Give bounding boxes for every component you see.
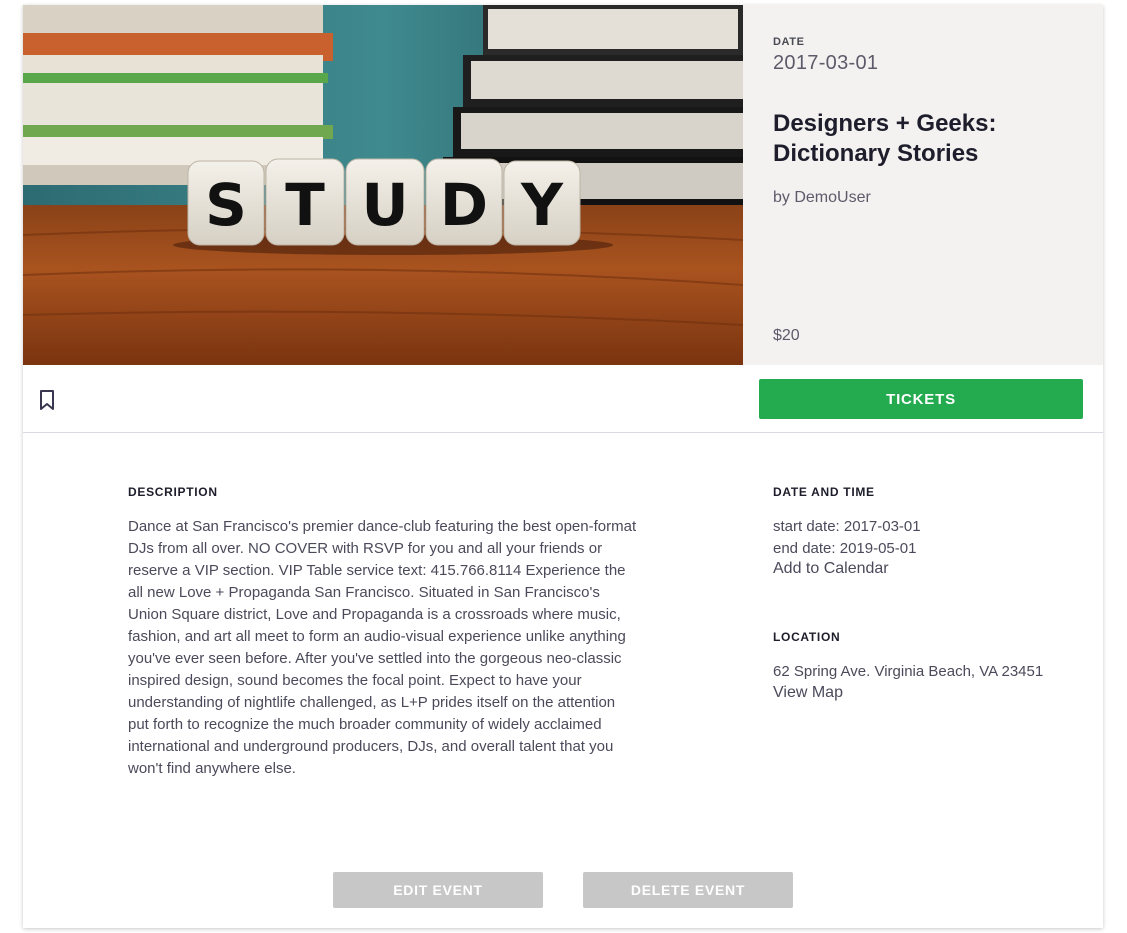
bookmark-icon[interactable]	[37, 389, 57, 411]
event-hero: S T U D Y DATE 2017-03-01 Designers + Ge…	[23, 5, 1103, 365]
view-map-link[interactable]: View Map	[773, 684, 843, 701]
edit-event-button[interactable]: EDIT EVENT	[333, 872, 543, 908]
die-letter: S	[205, 171, 247, 239]
event-description: Dance at San Francisco's premier dance-c…	[128, 518, 637, 777]
event-image: S T U D Y	[23, 5, 743, 365]
event-card: S T U D Y DATE 2017-03-01 Designers + Ge…	[23, 5, 1103, 928]
add-to-calendar-link[interactable]: Add to Calendar	[773, 560, 889, 577]
date-time-heading: DATE AND TIME	[773, 485, 875, 499]
die-letter: Y	[520, 171, 564, 239]
date-label: DATE	[773, 36, 805, 48]
location-heading: LOCATION	[773, 630, 841, 644]
event-date: 2017-03-01	[773, 52, 879, 74]
die-letter: T	[285, 171, 325, 239]
event-title: Designers + Geeks: Dictionary Stories	[773, 110, 997, 167]
event-price: $20	[773, 327, 800, 344]
die-letter: U	[361, 171, 408, 239]
end-date: end date: 2019-05-01	[773, 540, 917, 557]
event-author: by DemoUser	[773, 189, 871, 206]
location-address: 62 Spring Ave. Virginia Beach, VA 23451	[773, 663, 1044, 680]
die-letter: D	[440, 171, 488, 239]
delete-event-button[interactable]: DELETE EVENT	[583, 872, 793, 908]
event-summary: DATE 2017-03-01 Designers + Geeks: Dicti…	[743, 5, 1103, 365]
tickets-button[interactable]: TICKETS	[759, 379, 1083, 419]
description-heading: DESCRIPTION	[128, 485, 218, 499]
action-bar: TICKETS	[23, 365, 1103, 433]
start-date: start date: 2017-03-01	[773, 518, 921, 535]
